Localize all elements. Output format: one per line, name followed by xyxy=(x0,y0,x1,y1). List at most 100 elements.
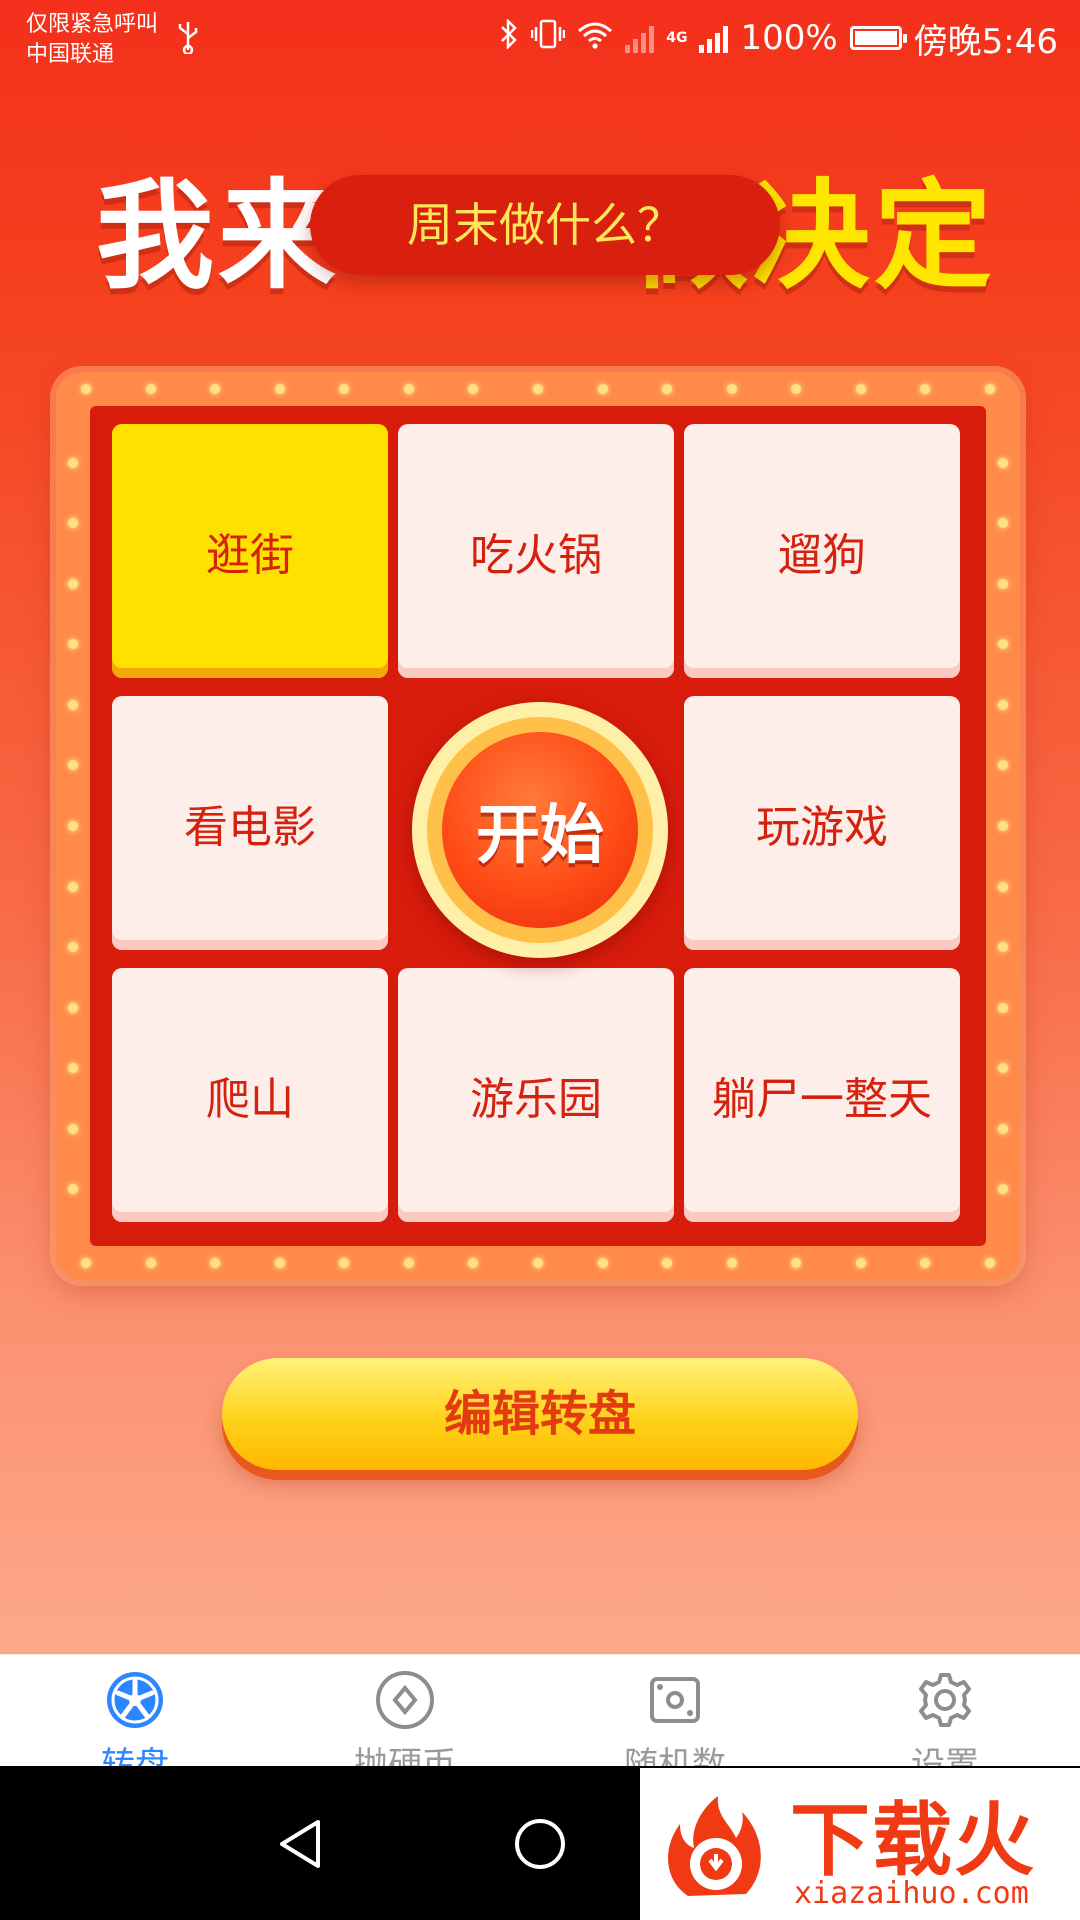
board-light xyxy=(985,1258,995,1268)
edit-wheel-button[interactable]: 编辑转盘 xyxy=(222,1358,858,1470)
watermark-brand: 下载火 xyxy=(790,1794,1036,1887)
back-triangle-icon xyxy=(280,1820,320,1868)
wifi-icon xyxy=(577,18,613,58)
vibrate-icon xyxy=(530,18,566,58)
board-light xyxy=(81,1258,91,1268)
start-button-ring: 开始 xyxy=(427,717,653,943)
battery-percent: 100% xyxy=(740,18,838,58)
board-light xyxy=(274,1258,285,1268)
board-light xyxy=(998,881,1008,892)
board-light xyxy=(81,384,91,394)
board-light xyxy=(662,384,673,394)
board-light xyxy=(998,1123,1008,1134)
home-circle-icon xyxy=(515,1819,565,1869)
board-light xyxy=(68,518,78,529)
board-light xyxy=(68,1184,78,1195)
board-light xyxy=(68,881,78,892)
board-light xyxy=(998,578,1008,589)
board-light xyxy=(68,578,78,589)
board-light xyxy=(68,457,78,468)
board-light xyxy=(468,384,479,394)
board-cell-8[interactable]: 躺尸一整天 xyxy=(684,968,960,1222)
board-light xyxy=(998,639,1008,650)
board-light xyxy=(998,1184,1008,1195)
board-light xyxy=(998,942,1008,953)
board-light xyxy=(68,1123,78,1134)
wheel-icon xyxy=(107,1672,163,1728)
board-light xyxy=(920,1258,931,1268)
board-light xyxy=(403,384,414,394)
board-light xyxy=(791,1258,802,1268)
carrier-line-2: 中国联通 xyxy=(26,42,115,67)
board-light xyxy=(998,699,1008,710)
back-button[interactable] xyxy=(260,1804,340,1884)
board-cell-7[interactable]: 游乐园 xyxy=(398,968,674,1222)
board-light xyxy=(68,1063,78,1074)
board-light xyxy=(998,760,1008,771)
gear-icon xyxy=(919,1673,971,1727)
home-button[interactable] xyxy=(500,1804,580,1884)
carrier-info: 仅限紧急呼叫 中国联通 xyxy=(26,10,158,70)
clock: 傍晚5:46 xyxy=(913,21,1058,62)
nav-tab-settings[interactable]: 设置 xyxy=(810,1655,1080,1785)
carrier-line-1: 仅限紧急呼叫 xyxy=(26,12,159,37)
board-light xyxy=(791,384,802,394)
board-cell-2[interactable]: 吃火锅 xyxy=(398,424,674,678)
board-light xyxy=(68,821,78,831)
dice-icon xyxy=(650,1677,700,1723)
board-light xyxy=(274,384,285,394)
board-light xyxy=(597,1258,608,1268)
question-banner[interactable]: 周末做什么？ xyxy=(310,175,780,275)
headline-left: 我来 xyxy=(96,167,341,305)
board-light xyxy=(726,1258,737,1268)
nav-tab-wheel[interactable]: 转盘 xyxy=(0,1655,270,1785)
start-button[interactable]: 开始 xyxy=(412,702,668,958)
board-light xyxy=(920,384,931,394)
board-cell-3[interactable]: 遛狗 xyxy=(684,424,960,678)
flame-logo-icon xyxy=(668,1796,761,1896)
nav-tab-random[interactable]: 随机数 xyxy=(540,1655,810,1785)
board-light xyxy=(998,1002,1008,1013)
usb-icon xyxy=(176,20,200,62)
status-icons: 4G 100% 傍晚5:46 xyxy=(499,14,1058,62)
network-type: 4G xyxy=(666,30,688,46)
board-light xyxy=(339,384,350,394)
board-light xyxy=(145,1258,156,1268)
board-light xyxy=(68,760,78,771)
board-light xyxy=(145,384,156,394)
board-light xyxy=(985,384,995,394)
board-light xyxy=(68,639,78,650)
board-light xyxy=(998,821,1008,831)
board-light xyxy=(855,384,866,394)
watermark-url: xiazaihuo.com xyxy=(794,1876,1029,1911)
board-light xyxy=(597,384,608,394)
board-light xyxy=(68,699,78,710)
board-cell-5[interactable]: 玩游戏 xyxy=(684,696,960,950)
watermark: 下载火 xiazaihuo.com xyxy=(640,1768,1080,1920)
signal-sim2-icon xyxy=(699,23,729,53)
board-light xyxy=(403,1258,414,1268)
board-light xyxy=(855,1258,866,1268)
board-light xyxy=(210,1258,221,1268)
status-bar: 仅限紧急呼叫 中国联通 4G 100% 傍晚5:46 xyxy=(0,0,1080,90)
board-cell-4[interactable]: 看电影 xyxy=(112,696,388,950)
bottom-nav: 转盘 抛硬币 随机数 设置 xyxy=(0,1654,1080,1785)
board-light xyxy=(726,384,737,394)
start-button-label: 开始 xyxy=(442,732,638,928)
board-light xyxy=(210,384,221,394)
board-cell-1[interactable]: 逛街 xyxy=(112,424,388,678)
board-light xyxy=(998,518,1008,529)
board-cell-6[interactable]: 爬山 xyxy=(112,968,388,1222)
battery-icon xyxy=(849,26,907,50)
signal-sim1-icon xyxy=(625,23,655,53)
board-light xyxy=(68,1002,78,1013)
board-light xyxy=(998,457,1008,468)
board-light xyxy=(533,1258,543,1268)
board-light xyxy=(68,942,78,953)
board-light xyxy=(533,384,543,394)
board-light xyxy=(662,1258,673,1268)
bluetooth-icon xyxy=(499,17,519,58)
board-light xyxy=(339,1258,350,1268)
board-light xyxy=(998,1063,1008,1074)
nav-tab-coin[interactable]: 抛硬币 xyxy=(270,1655,540,1785)
